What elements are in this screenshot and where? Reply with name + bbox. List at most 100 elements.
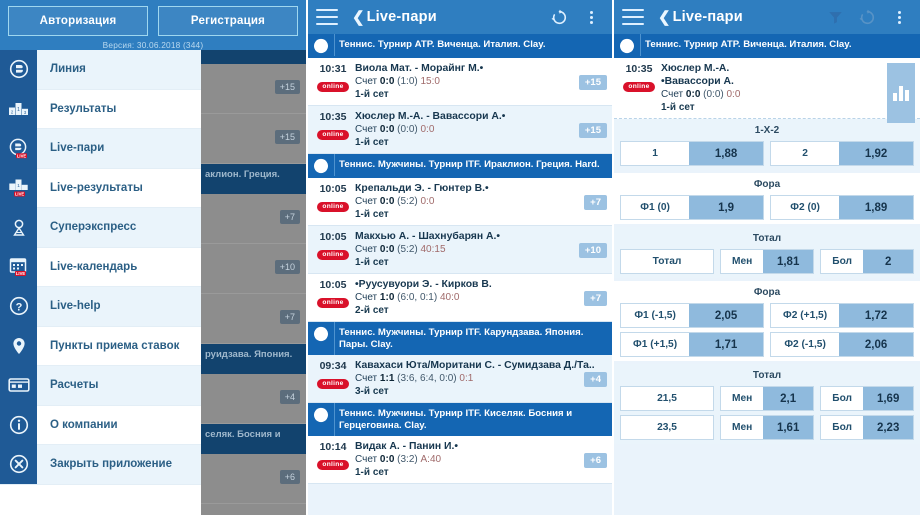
table-row[interactable]: 10:05 online Макхью А. - Шахнубарян А.• … [308, 226, 612, 274]
odds-value: 2 [863, 250, 913, 273]
event-time: 10:05 [319, 183, 347, 195]
table-row[interactable]: 10:05 online •Руусувуори Э. - Кирков В. … [308, 274, 612, 322]
chevron-left-icon[interactable]: ❮ [352, 8, 365, 26]
score-value: 0:0 [685, 89, 701, 100]
sidebar-item-about[interactable]: О компании [0, 405, 201, 445]
dimmed-row: +7 [201, 194, 306, 244]
register-button[interactable]: Регистрация [158, 6, 298, 36]
category-header[interactable]: Теннис. Турнир ATP. Виченца. Италия. Cla… [614, 34, 920, 58]
odds-cell[interactable]: Мен 1,61 [720, 415, 814, 440]
refresh-icon[interactable] [546, 4, 572, 30]
dimmed-row: +7 [201, 294, 306, 344]
event-set: 1-й сет [355, 257, 389, 268]
markets-count-badge[interactable]: +15 [578, 75, 607, 90]
panel-drawer-open: лия. Clay. +15 +15 аклион. Греция. +7 +1… [0, 0, 306, 515]
sidebar-item-raschety[interactable]: Расчеты [0, 365, 201, 406]
sidebar-item-label: Закрыть приложение [50, 458, 172, 471]
markets-count-badge[interactable]: +7 [584, 195, 607, 210]
event-body: Крепальди Э. - Гюнтер В.• Счет 0:0 (5:2)… [355, 182, 612, 221]
panel-event-detail: ❮ Live-пари Теннис. Турнир ATP. Виченца.… [612, 0, 920, 515]
filter-icon[interactable] [822, 4, 848, 30]
odds-cell[interactable]: Ф1 (-1,5) 2,05 [620, 303, 764, 328]
market-title: Тотал [614, 227, 920, 249]
screenshot-root: лия. Clay. +15 +15 аклион. Греция. +7 +1… [0, 0, 920, 515]
odds-cell[interactable]: Ф1 (+1,5) 1,71 [620, 332, 764, 357]
event-body: Кавахаси Юта/Моритани С. - Сумидзава Д./… [355, 359, 612, 398]
hamburger-icon[interactable] [316, 9, 338, 25]
chevron-left-icon[interactable]: ❮ [658, 8, 671, 26]
odds-cell[interactable]: Бол 1,69 [820, 386, 914, 411]
sidebar-item-label: Live-пари [50, 142, 105, 155]
event-body: Макхью А. - Шахнубарян А.• Счет 0:0 (5:2… [355, 230, 612, 269]
odds-cell[interactable]: Мен 2,1 [720, 386, 814, 411]
category-header[interactable]: Теннис. Мужчины. Турнир ITF. Киселяк. Бо… [308, 403, 612, 436]
sidebar-item-label: Расчеты [50, 379, 99, 392]
refresh-icon[interactable] [854, 4, 880, 30]
odds-value: 2,1 [763, 387, 813, 410]
odds-cell[interactable]: 2 1,92 [770, 141, 914, 166]
odds-label: Бол [832, 393, 853, 404]
score-game: 15:0 [420, 76, 440, 87]
table-row[interactable]: 10:31 online Виола Мат. - Морайнг М.• Сч… [308, 58, 612, 106]
markets-count-badge[interactable]: +6 [584, 453, 607, 468]
event-score: Счет 0:0 (0:0) 0:0 [661, 88, 880, 101]
score-sets: (1:0) [397, 76, 418, 87]
sidebar-item-live-help[interactable]: ? Live-help [0, 286, 201, 327]
sidebar-item-live-pari[interactable]: LIVE Live-пари [0, 128, 201, 169]
score-value: 0:0 [379, 454, 395, 465]
sidebar-item-label: Пункты приема ставок [50, 339, 180, 352]
event-time-block: 09:34 online [311, 359, 355, 398]
more-vertical-icon[interactable] [886, 4, 912, 30]
odds-cell[interactable]: Ф2 (0) 1,89 [770, 195, 914, 220]
event-time: 10:05 [319, 231, 347, 243]
login-button[interactable]: Авторизация [8, 6, 148, 36]
sidebar-item-betting-shops[interactable]: Пункты приема ставок [0, 326, 201, 366]
hamburger-icon[interactable] [622, 9, 644, 25]
sidebar-item-live-calendar[interactable]: LIVE Live-календарь [0, 247, 201, 287]
odds-cell[interactable]: Ф2 (-1,5) 2,06 [770, 332, 914, 357]
table-row[interactable]: 09:34 online Кавахаси Юта/Моритани С. - … [308, 355, 612, 403]
sidebar-item-rezultaty[interactable]: 123 Результаты [0, 89, 201, 129]
event-body: •Руусувуори Э. - Кирков В. Счет 1:0 (6:0… [355, 278, 612, 317]
bar-chart-icon[interactable] [887, 63, 915, 123]
table-row[interactable]: 10:35 online Хюслер М.-А. - Вавассори А.… [308, 106, 612, 154]
table-row[interactable]: 10:05 online Крепальди Э. - Гюнтер В.• С… [308, 178, 612, 226]
category-header[interactable]: Теннис. Мужчины. Турнир ITF. Карундзава.… [308, 322, 612, 355]
markets-count-badge[interactable]: +10 [578, 243, 607, 258]
score-sets: (3:6, 6:4, 0:0) [397, 373, 457, 384]
markets-count-badge[interactable]: +7 [584, 291, 607, 306]
event-time: 09:34 [319, 360, 347, 372]
sidebar-item-liniya[interactable]: Линия [0, 49, 201, 90]
dimmed-background-list: лия. Clay. +15 +15 аклион. Греция. +7 +1… [201, 34, 306, 515]
event-body: Хюслер М.-А. •Вавассори А. Счет 0:0 (0:0… [661, 62, 920, 114]
odds-cell[interactable]: 1 1,88 [620, 141, 764, 166]
odds-row: Ф1 (+1,5) 1,71 Ф2 (-1,5) 2,06 [614, 332, 920, 361]
markets-count-badge[interactable]: +4 [584, 372, 607, 387]
odds-value: 1,89 [839, 196, 913, 219]
event-score: Счет 0:0 (1:0) 15:0 [355, 75, 578, 88]
odds-cell[interactable]: Ф1 (0) 1,9 [620, 195, 764, 220]
category-header[interactable]: Теннис. Турнир ATP. Виченца. Италия. Cla… [308, 34, 612, 58]
svg-text:LIVE: LIVE [15, 192, 25, 197]
score-value: 0:0 [379, 244, 395, 255]
sidebar-item-live-rezultaty[interactable]: 1 LIVE Live-результаты [0, 168, 201, 208]
odds-label: Ф1 (+1,5) [633, 339, 678, 350]
category-header[interactable]: Теннис. Мужчины. Турнир ITF. Ираклион. Г… [308, 154, 612, 178]
table-row[interactable]: 10:14 online Видак А. - Панин И.• Счет 0… [308, 436, 612, 484]
odds-cell[interactable]: Ф2 (+1,5) 1,72 [770, 303, 914, 328]
sidebar-item-superexpress[interactable]: Суперэкспресс [0, 207, 201, 248]
appbar-event-detail: ❮ Live-пари [614, 0, 920, 34]
odds-cell[interactable]: Бол 2 [820, 249, 914, 274]
dimmed-plus-badge: +7 [279, 210, 300, 224]
odds-cell[interactable]: Мен 1,81 [720, 249, 814, 274]
odds-cell[interactable]: Бол 2,23 [820, 415, 914, 440]
status-badge: online [317, 459, 349, 470]
markets-count-badge[interactable]: +15 [578, 123, 607, 138]
live-event-list[interactable]: Теннис. Турнир ATP. Виченца. Италия. Cla… [308, 34, 612, 515]
sidebar-item-close-app[interactable]: Закрыть приложение [0, 444, 201, 485]
more-vertical-icon[interactable] [578, 4, 604, 30]
market-total-1: Тотал Тотал22,5 Мен 1,81 Бол 2 [614, 227, 920, 281]
dimmed-plus-badge: +10 [274, 260, 300, 274]
score-game: 0:1 [459, 373, 474, 384]
odds-label: Мен [732, 256, 753, 267]
